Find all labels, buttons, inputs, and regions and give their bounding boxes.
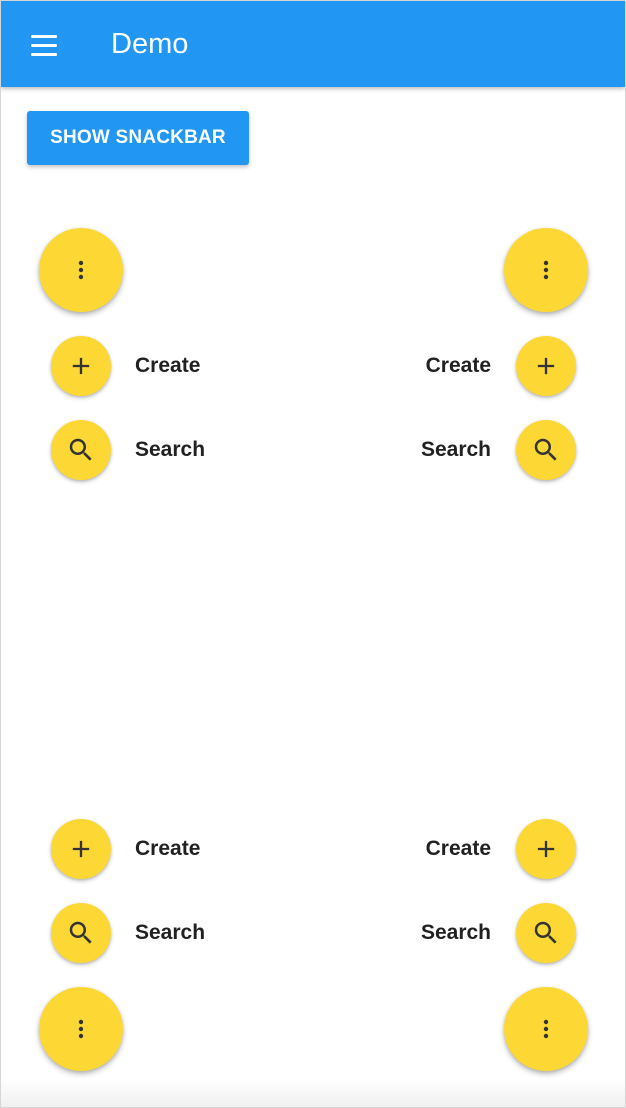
add-icon xyxy=(532,835,560,863)
more-vert-icon xyxy=(534,258,558,282)
speed-dial-top-right-create-button[interactable] xyxy=(516,336,576,396)
speed-dial-bottom-left-search-button[interactable] xyxy=(51,903,111,963)
speed-dial-bottom-right-search-label[interactable]: Search xyxy=(421,920,491,946)
add-icon xyxy=(67,352,95,380)
speed-dial-bottom-left-search-label[interactable]: Search xyxy=(135,920,205,946)
speed-dial-bottom-left-create-label[interactable]: Create xyxy=(135,836,200,862)
speed-dial-top-left-trigger[interactable] xyxy=(39,228,123,312)
speed-dial-bottom-left-create-button[interactable] xyxy=(51,819,111,879)
add-icon xyxy=(532,352,560,380)
add-icon xyxy=(67,835,95,863)
speed-dial-top-left-search-label[interactable]: Search xyxy=(135,437,205,463)
bottom-edge-shade xyxy=(1,1079,625,1107)
speed-dial-top-right-search-label[interactable]: Search xyxy=(421,437,491,463)
speed-dial-bottom-right-create-label[interactable]: Create xyxy=(426,836,491,862)
speed-dial-top-right-trigger[interactable] xyxy=(504,228,588,312)
app-window: Demo SHOW SNACKBAR Create Search Create xyxy=(0,0,626,1108)
speed-dial-top-left-create-label[interactable]: Create xyxy=(135,353,200,379)
speed-dial-top-right-create-label[interactable]: Create xyxy=(426,353,491,379)
app-bar: Demo xyxy=(1,1,625,87)
menu-button[interactable] xyxy=(21,23,65,67)
app-title: Demo xyxy=(111,28,189,60)
more-vert-icon xyxy=(69,258,93,282)
search-icon xyxy=(531,435,561,465)
more-vert-icon xyxy=(534,1017,558,1041)
speed-dial-top-left-create-button[interactable] xyxy=(51,336,111,396)
speed-dial-bottom-left-trigger[interactable] xyxy=(39,987,123,1071)
search-icon xyxy=(66,435,96,465)
speed-dial-top-right-search-button[interactable] xyxy=(516,420,576,480)
search-icon xyxy=(531,918,561,948)
speed-dial-bottom-right-search-button[interactable] xyxy=(516,903,576,963)
speed-dial-top-left-search-button[interactable] xyxy=(51,420,111,480)
search-icon xyxy=(66,918,96,948)
speed-dial-bottom-right-create-button[interactable] xyxy=(516,819,576,879)
more-vert-icon xyxy=(69,1017,93,1041)
show-snackbar-button[interactable]: SHOW SNACKBAR xyxy=(27,111,249,165)
speed-dial-bottom-right-trigger[interactable] xyxy=(504,987,588,1071)
